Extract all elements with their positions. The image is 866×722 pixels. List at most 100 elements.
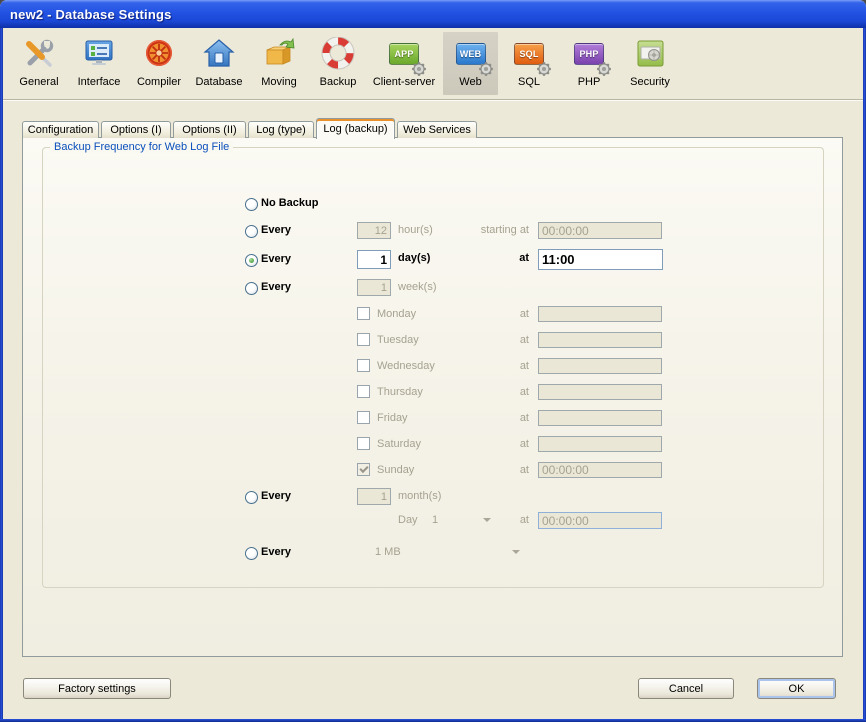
toolbar-item-label: Security xyxy=(630,76,670,88)
toolbar-item-php[interactable]: PHP PHP xyxy=(563,32,615,95)
web-badge: WEB xyxy=(460,49,482,59)
toolbar-item-sql[interactable]: SQL SQL xyxy=(503,32,555,95)
app-badge: APP xyxy=(394,49,413,59)
every-months-label[interactable]: Every xyxy=(261,490,291,502)
tab-bar: Configuration Options (I) Options (II) L… xyxy=(0,117,866,139)
lifebuoy-icon xyxy=(318,34,358,74)
day-of-month-label: Day xyxy=(398,514,418,526)
radio-every-months[interactable] xyxy=(245,491,258,504)
sunday-label: Sunday xyxy=(377,464,414,476)
size-value: 1 MB xyxy=(375,546,401,558)
database-home-icon xyxy=(199,34,239,74)
every-hours-label[interactable]: Every xyxy=(261,224,291,236)
toolbar-item-label: Web xyxy=(459,76,481,88)
compiler-wheel-icon xyxy=(139,34,179,74)
toolbar-item-client-server[interactable]: APP Client-server xyxy=(368,32,440,95)
size-dropdown-arrow-icon xyxy=(512,550,520,554)
every-size-label[interactable]: Every xyxy=(261,546,291,558)
at-label: at xyxy=(505,308,529,320)
php-badge: PHP xyxy=(579,49,598,59)
tools-icon xyxy=(19,34,59,74)
checkbox-wednesday xyxy=(357,359,370,372)
radio-every-weeks[interactable] xyxy=(245,282,258,295)
every-days-label[interactable]: Every xyxy=(261,253,291,265)
months-unit-label: month(s) xyxy=(398,490,441,502)
toolbar-item-backup[interactable]: Backup xyxy=(310,32,366,95)
sql-monitor-icon: SQL xyxy=(509,34,549,74)
wednesday-label: Wednesday xyxy=(377,360,435,372)
monday-time-input xyxy=(538,306,662,322)
radio-every-hours[interactable] xyxy=(245,225,258,238)
toolbar-item-label: Compiler xyxy=(137,76,181,88)
tab-log-type[interactable]: Log (type) xyxy=(248,121,314,138)
at-label: at xyxy=(505,412,529,424)
tab-label: Configuration xyxy=(28,124,93,136)
day-of-month-dropdown-arrow-icon xyxy=(483,518,491,522)
monday-label: Monday xyxy=(377,308,416,320)
php-monitor-icon: PHP xyxy=(569,34,609,74)
toolbar-separator xyxy=(3,99,863,100)
window-title: new2 - Database Settings xyxy=(10,7,172,22)
thursday-label: Thursday xyxy=(377,386,423,398)
sql-badge: SQL xyxy=(519,49,538,59)
hours-unit-label: hour(s) xyxy=(398,224,433,236)
radio-every-days[interactable] xyxy=(245,254,258,267)
tab-options-2[interactable]: Options (II) xyxy=(173,121,246,138)
friday-label: Friday xyxy=(377,412,408,424)
toolbar-item-label: Backup xyxy=(320,76,357,88)
at-label: at xyxy=(505,386,529,398)
client-server-monitor-icon: APP xyxy=(384,34,424,74)
hour-interval-input xyxy=(357,222,391,239)
wednesday-time-input xyxy=(538,358,662,374)
toolbar-item-label: Interface xyxy=(78,76,121,88)
ok-button[interactable]: OK xyxy=(757,678,836,699)
starting-at-label: starting at xyxy=(460,224,529,236)
tab-log-backup[interactable]: Log (backup) xyxy=(316,118,395,139)
database-settings-dialog: new2 - Database Settings General xyxy=(0,0,866,722)
checkbox-friday xyxy=(357,411,370,424)
saturday-time-input xyxy=(538,436,662,452)
tab-configuration[interactable]: Configuration xyxy=(22,121,99,138)
cancel-button[interactable]: Cancel xyxy=(638,678,734,699)
tab-web-services[interactable]: Web Services xyxy=(397,121,477,138)
at-label: at xyxy=(505,464,529,476)
toolbar-item-web[interactable]: WEB Web xyxy=(443,32,498,95)
toolbar-item-database[interactable]: Database xyxy=(190,32,248,95)
sunday-time-input xyxy=(538,462,662,478)
toolbar-item-moving[interactable]: Moving xyxy=(252,32,306,95)
tab-label: Log (backup) xyxy=(323,123,387,135)
toolbar-item-general[interactable]: General xyxy=(14,32,64,95)
saturday-label: Saturday xyxy=(377,438,421,450)
toolbar-item-label: Client-server xyxy=(373,76,435,88)
at-label: at xyxy=(505,360,529,372)
no-backup-label[interactable]: No Backup xyxy=(261,197,318,209)
window-border-left xyxy=(0,26,3,722)
at-label: at xyxy=(505,334,529,346)
moving-box-icon xyxy=(259,34,299,74)
toolbar-item-security[interactable]: Security xyxy=(621,32,679,95)
month-time-input xyxy=(538,512,662,529)
toolbar-item-compiler[interactable]: Compiler xyxy=(131,32,187,95)
tab-options-1[interactable]: Options (I) xyxy=(101,121,171,138)
toolbar-item-label: General xyxy=(19,76,58,88)
day-time-input[interactable] xyxy=(538,249,663,270)
checkbox-saturday xyxy=(357,437,370,450)
titlebar[interactable]: new2 - Database Settings xyxy=(0,0,866,28)
checkbox-tuesday xyxy=(357,333,370,346)
day-interval-input[interactable] xyxy=(357,250,391,269)
toolbar-item-label: Moving xyxy=(261,76,296,88)
hour-start-time-input xyxy=(538,222,662,239)
radio-every-size[interactable] xyxy=(245,547,258,560)
tab-label: Log (type) xyxy=(256,124,306,136)
day-of-month-value: 1 xyxy=(432,514,438,526)
every-weeks-label[interactable]: Every xyxy=(261,281,291,293)
tab-label: Web Services xyxy=(403,124,471,136)
tuesday-label: Tuesday xyxy=(377,334,419,346)
thursday-time-input xyxy=(538,384,662,400)
tuesday-time-input xyxy=(538,332,662,348)
radio-no-backup[interactable] xyxy=(245,198,258,211)
factory-settings-button[interactable]: Factory settings xyxy=(23,678,171,699)
at-label: at xyxy=(500,252,529,264)
checkbox-thursday xyxy=(357,385,370,398)
toolbar-item-interface[interactable]: Interface xyxy=(69,32,129,95)
